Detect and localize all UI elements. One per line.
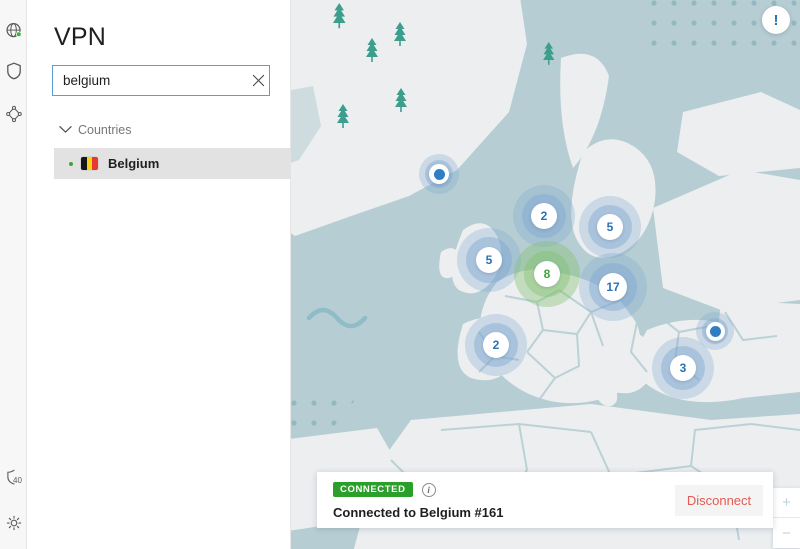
marker-count-label: 2: [531, 203, 557, 229]
zoom-out-button[interactable]: −: [773, 518, 800, 548]
gear-icon[interactable]: [0, 508, 27, 538]
map-marker-m-caucasus[interactable]: [696, 312, 734, 350]
threat-count-label: 40: [13, 476, 22, 485]
countries-group-header[interactable]: Countries: [52, 117, 270, 142]
marker-count-label: 17: [599, 273, 627, 301]
marker-count-label: 5: [597, 214, 623, 240]
search-input[interactable]: [53, 66, 248, 95]
search-box[interactable]: [52, 65, 270, 96]
zoom-in-button[interactable]: +: [773, 488, 800, 518]
sidebar-item-belgium[interactable]: Belgium: [54, 148, 291, 179]
shield-icon[interactable]: [0, 56, 27, 86]
status-badge: CONNECTED: [333, 481, 413, 498]
alert-button[interactable]: !: [762, 6, 790, 34]
network-nodes-icon[interactable]: [0, 99, 27, 129]
countries-group-label: Countries: [78, 122, 132, 137]
disconnect-button[interactable]: Disconnect: [675, 484, 763, 516]
chevron-down-icon: [52, 125, 78, 134]
marker-count-label: 2: [483, 332, 509, 358]
marker-dot: [705, 321, 725, 341]
connected-status-dot: [69, 161, 73, 166]
map-marker-m-nordic[interactable]: 2: [513, 185, 575, 247]
connection-status-card: CONNECTED i Connected to Belgium #161 Di…: [317, 472, 773, 528]
marker-dot: [429, 164, 449, 184]
map-marker-m-uk[interactable]: 5: [457, 228, 521, 292]
map-marker-m-belgium[interactable]: 8: [514, 241, 580, 307]
globe-icon[interactable]: [0, 16, 27, 46]
map-marker-m-iceland[interactable]: [419, 154, 459, 194]
flag-icon-belgium: [81, 157, 98, 170]
vpn-sidebar: VPN Countries Belgium: [27, 0, 291, 549]
connection-message: Connected to Belgium #161: [333, 504, 504, 520]
info-icon[interactable]: i: [421, 482, 436, 497]
world-map[interactable]: 5 2 5 8 17 2 3 ! + − CONNECTED i Connected to …: [291, 0, 800, 549]
alert-glyph: !: [773, 11, 779, 29]
marker-count-label: 3: [670, 355, 696, 381]
country-name-label: Belgium: [108, 156, 160, 171]
map-marker-m-baltic[interactable]: 5: [579, 196, 641, 258]
map-marker-m-iberia[interactable]: 2: [465, 314, 527, 376]
status-card-left: CONNECTED i Connected to Belgium #161: [317, 481, 675, 520]
map-zoom-controls: + −: [773, 488, 800, 548]
page-title: VPN: [54, 23, 107, 51]
left-icon-rail: 40: [0, 0, 27, 549]
clear-search-icon[interactable]: [248, 66, 269, 95]
marker-count-label: 8: [534, 261, 560, 287]
shield-count-icon[interactable]: 40: [0, 462, 27, 492]
status-card-top-row: CONNECTED i: [333, 481, 675, 499]
marker-count-label: 5: [476, 247, 502, 273]
vpn-app-window: 40 VPN belgium Countries Belgium 5 2 5 8…: [0, 0, 800, 549]
map-marker-m-central[interactable]: 17: [579, 253, 647, 321]
